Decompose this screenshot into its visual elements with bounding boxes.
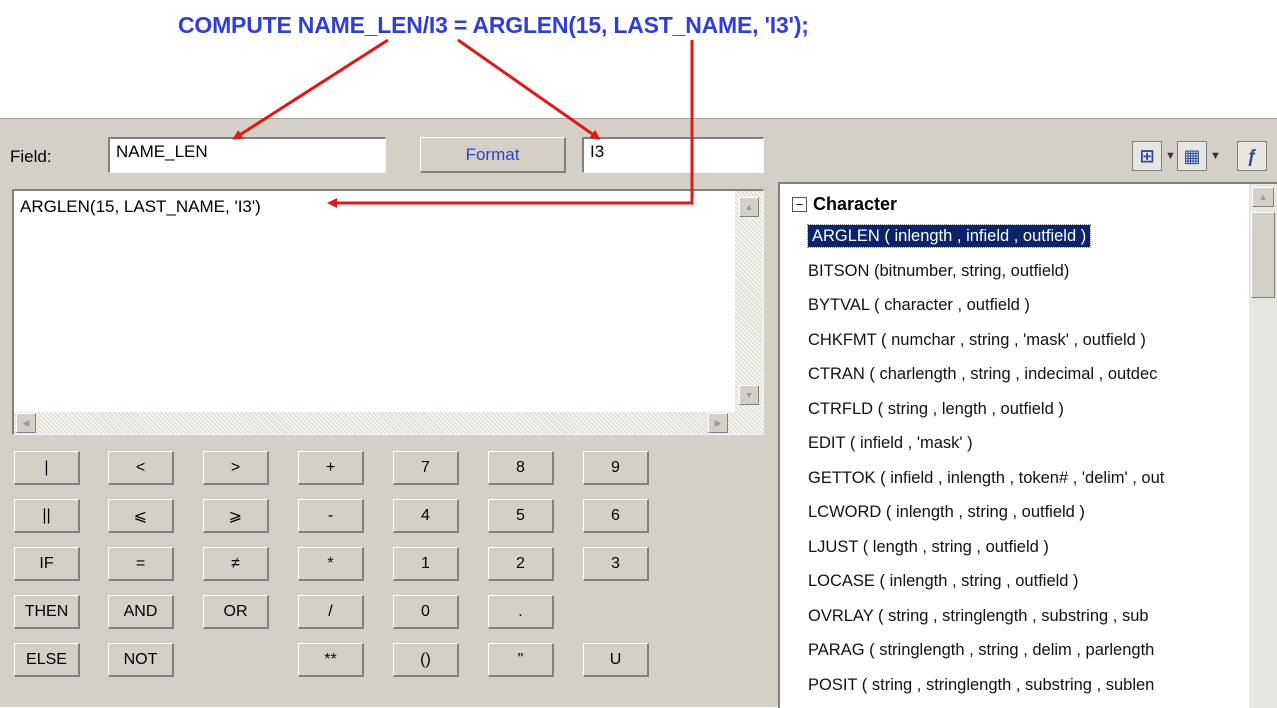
format-button[interactable]: Format bbox=[420, 137, 566, 173]
key-button[interactable]: ** bbox=[298, 643, 364, 677]
function-signature: POSIT ( string , stringlength , substrin… bbox=[808, 675, 1155, 694]
list-scroll-thumb[interactable] bbox=[1251, 212, 1275, 298]
key-button[interactable]: ≠ bbox=[203, 547, 269, 581]
function-list-item[interactable]: EDIT ( infield , 'mask' ) bbox=[808, 428, 1268, 458]
function-signature: CTRAN ( charlength , string , indecimal … bbox=[808, 365, 1158, 383]
grid-view-dropdown-icon[interactable]: ▼ bbox=[1210, 150, 1221, 162]
key-button[interactable]: - bbox=[298, 499, 364, 533]
function-signature: CHKFMT ( numchar , string , 'mask' , out… bbox=[808, 330, 1146, 349]
expression-builder-panel: Field: NAME_LEN Format I3 ⊞ ▼ ▦ ▼ ƒ ARGL… bbox=[0, 118, 1277, 708]
function-list-item[interactable]: BYTVAL ( character , outfield ) bbox=[808, 290, 1268, 320]
grid-view-icon[interactable]: ▦ bbox=[1177, 141, 1207, 171]
function-list-item[interactable]: CHKFMT ( numchar , string , 'mask' , out… bbox=[808, 325, 1268, 355]
key-button[interactable]: + bbox=[298, 451, 364, 485]
function-signature: PARAG ( stringlength , string , delim , … bbox=[808, 641, 1155, 659]
key-button[interactable]: 2 bbox=[488, 547, 554, 581]
key-button[interactable]: 4 bbox=[393, 499, 459, 533]
scroll-down-icon[interactable]: ▼ bbox=[739, 385, 759, 405]
function-signature: CTRFLD ( string , length , outfield ) bbox=[808, 399, 1064, 418]
function-list-item[interactable]: CTRFLD ( string , length , outfield ) bbox=[808, 394, 1268, 424]
key-button[interactable]: 7 bbox=[393, 451, 459, 485]
function-list-item[interactable]: ARGLEN ( inlength , infield , outfield ) bbox=[806, 221, 1268, 251]
key-button[interactable]: () bbox=[393, 643, 459, 677]
key-button[interactable]: = bbox=[108, 547, 174, 581]
function-signature: BYTVAL ( character , outfield ) bbox=[808, 296, 1030, 314]
field-label: Field: bbox=[10, 147, 52, 166]
function-list-item[interactable]: LCWORD ( inlength , string , outfield ) bbox=[808, 497, 1268, 527]
key-button[interactable]: " bbox=[488, 643, 554, 677]
function-icon[interactable]: ƒ bbox=[1237, 141, 1267, 171]
list-scroll-up-icon[interactable]: ▲ bbox=[1252, 187, 1274, 207]
key-button[interactable]: > bbox=[203, 451, 269, 485]
collapse-icon[interactable]: − bbox=[792, 197, 807, 212]
key-button[interactable]: 3 bbox=[583, 547, 649, 581]
function-signature: EDIT ( infield , 'mask' ) bbox=[808, 434, 973, 452]
key-button[interactable]: 6 bbox=[583, 499, 649, 533]
function-list-item[interactable]: BITSON (bitnumber, string, outfield) bbox=[808, 256, 1268, 286]
function-signature: LJUST ( length , string , outfield ) bbox=[808, 537, 1049, 556]
scroll-up-icon[interactable]: ▲ bbox=[739, 197, 759, 217]
key-button[interactable]: | bbox=[14, 451, 80, 485]
key-button[interactable]: / bbox=[298, 595, 364, 629]
key-button[interactable]: NOT bbox=[108, 643, 174, 677]
editor-vertical-scrollbar[interactable]: ▲ ▼ bbox=[735, 191, 763, 413]
key-button[interactable]: U bbox=[583, 643, 649, 677]
function-list-item[interactable]: PARAG ( stringlength , string , delim , … bbox=[808, 635, 1268, 665]
function-list-item[interactable]: GETTOK ( infield , inlength , token# , '… bbox=[808, 463, 1268, 493]
function-list[interactable]: − Character ARGLEN ( inlength , infield … bbox=[778, 182, 1277, 708]
key-button[interactable]: OR bbox=[203, 595, 269, 629]
function-list-item[interactable]: LOCASE ( inlength , string , outfield ) bbox=[808, 566, 1268, 596]
key-button[interactable]: 0 bbox=[393, 595, 459, 629]
key-button[interactable]: < bbox=[108, 451, 174, 485]
key-button[interactable]: ELSE bbox=[14, 643, 80, 677]
function-signature: BITSON (bitnumber, string, outfield) bbox=[808, 261, 1070, 280]
expression-text: ARGLEN(15, LAST_NAME, 'I3') bbox=[20, 197, 261, 216]
tree-view-dropdown-icon[interactable]: ▼ bbox=[1165, 150, 1176, 162]
function-signature: GETTOK ( infield , inlength , token# , '… bbox=[808, 468, 1165, 487]
function-signature: OVRLAY ( string , stringlength , substri… bbox=[808, 606, 1149, 625]
key-button[interactable]: ⩾ bbox=[203, 499, 269, 533]
category-header[interactable]: − Character bbox=[792, 194, 897, 215]
key-button[interactable]: ⩽ bbox=[108, 499, 174, 533]
function-list-item[interactable]: LJUST ( length , string , outfield ) bbox=[808, 532, 1268, 562]
expression-editor[interactable]: ARGLEN(15, LAST_NAME, 'I3') ▲ ▼ ◀ ▶ bbox=[12, 189, 764, 435]
tree-view-icon[interactable]: ⊞ bbox=[1132, 141, 1162, 171]
function-list-item[interactable]: OVRLAY ( string , stringlength , substri… bbox=[808, 601, 1268, 631]
key-button[interactable]: 9 bbox=[583, 451, 649, 485]
function-signature: ARGLEN ( inlength , infield , outfield ) bbox=[806, 224, 1092, 248]
function-signature: LOCASE ( inlength , string , outfield ) bbox=[808, 572, 1079, 590]
category-label: Character bbox=[813, 194, 898, 214]
scroll-right-icon[interactable]: ▶ bbox=[708, 413, 728, 433]
key-button[interactable]: . bbox=[488, 595, 554, 629]
key-button[interactable]: || bbox=[14, 499, 80, 533]
function-signature: LCWORD ( inlength , string , outfield ) bbox=[808, 503, 1085, 521]
function-list-item[interactable]: CTRAN ( charlength , string , indecimal … bbox=[808, 359, 1268, 389]
key-button[interactable]: AND bbox=[108, 595, 174, 629]
key-button[interactable]: 1 bbox=[393, 547, 459, 581]
field-name-input[interactable]: NAME_LEN bbox=[108, 137, 386, 173]
function-list-item[interactable]: POSIT ( string , stringlength , substrin… bbox=[808, 670, 1268, 700]
key-button[interactable]: 8 bbox=[488, 451, 554, 485]
scroll-left-icon[interactable]: ◀ bbox=[16, 413, 36, 433]
key-button[interactable]: 5 bbox=[488, 499, 554, 533]
key-button[interactable]: IF bbox=[14, 547, 80, 581]
format-input[interactable]: I3 bbox=[582, 137, 764, 173]
function-list-scrollbar[interactable]: ▲ bbox=[1249, 184, 1277, 708]
key-button[interactable]: * bbox=[298, 547, 364, 581]
key-button[interactable]: THEN bbox=[14, 595, 80, 629]
compute-annotation: COMPUTE NAME_LEN/I3 = ARGLEN(15, LAST_NA… bbox=[178, 12, 809, 38]
editor-horizontal-scrollbar[interactable]: ◀ ▶ bbox=[14, 412, 764, 434]
